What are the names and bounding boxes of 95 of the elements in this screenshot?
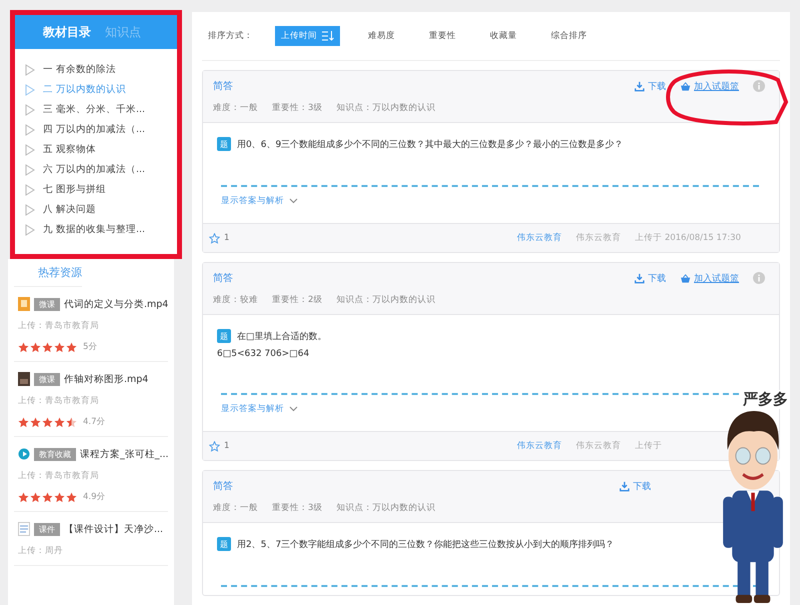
star-icon: [54, 492, 65, 502]
triangle-icon: [25, 104, 35, 116]
basket-icon: [680, 80, 691, 92]
star-icon: [18, 342, 29, 352]
knowledge-point-label: 知识点：万以内数的认识: [336, 102, 436, 114]
download-icon: [634, 80, 645, 92]
sort-option[interactable]: 收藏量: [484, 26, 523, 46]
score-label: 4.9分: [83, 491, 106, 503]
chevron-down-icon: [289, 406, 298, 412]
sort-option[interactable]: 难易度: [362, 26, 401, 46]
knowledge-point-label: 知识点：万以内数的认识: [336, 294, 436, 306]
panel-title: 热荐资源: [14, 265, 82, 287]
uploader-label: 上传：青岛市教育局: [18, 395, 100, 407]
presenter-name: 严多多: [741, 390, 790, 409]
triangle-icon: [25, 84, 35, 96]
triangle-icon: [25, 124, 35, 136]
knowledge-point-label: 知识点：万以内数的认识: [336, 502, 436, 514]
author-label: 伟东云教育: [576, 440, 621, 452]
sort-icon: [322, 31, 334, 41]
star-icon: [66, 416, 77, 428]
download-icon: [634, 272, 645, 284]
star-icon: [66, 342, 77, 352]
importance-label: 重要性：3级: [272, 502, 322, 514]
download-icon: [619, 480, 630, 492]
resource-tag: 微课: [34, 372, 60, 386]
star-icon: [54, 416, 65, 428]
question-type: 简答: [213, 80, 233, 93]
triangle-icon: [25, 64, 35, 76]
star-icon: [30, 342, 41, 352]
star-icon: [42, 342, 53, 352]
question-text: 在□里填上合适的数。: [237, 330, 327, 342]
upload-time: 上传于: [635, 440, 663, 452]
chapter-item[interactable]: 三 毫米、分米、千米...: [25, 103, 169, 116]
importance-label: 重要性：2级: [272, 294, 322, 306]
star-icon: [66, 492, 77, 502]
star-icon: [54, 342, 65, 352]
score-label: 5分: [83, 341, 98, 353]
resource-title[interactable]: 代词的定义与分类.mp4: [64, 298, 168, 310]
triangle-icon: [25, 224, 35, 236]
favorite-count: 1: [224, 441, 230, 451]
question-badge: 题: [217, 537, 231, 551]
chapter-item[interactable]: 五 观察物体: [25, 143, 169, 156]
question-text: 用2、5、7三个数字能组成多少个不同的三位数？你能把这些三位数按从小到大的顺序排列吗？: [237, 538, 614, 550]
play-icon: [18, 447, 30, 461]
resource-tag: 教育收藏: [34, 448, 76, 460]
question-badge: 题: [217, 329, 231, 343]
photo-placeholder: [18, 372, 30, 386]
score-label: 4.7分: [83, 416, 106, 428]
chapter-item[interactable]: 九 数据的收集与整理...: [25, 223, 169, 236]
star-icon: [30, 492, 41, 502]
sort-option[interactable]: 重要性: [423, 26, 462, 46]
basket-icon: [680, 272, 691, 284]
question-text: 6□5<632 706>□64: [217, 349, 310, 359]
question-type: 简答: [213, 272, 233, 285]
info-icon[interactable]: [753, 272, 765, 284]
favorite-count: 1: [224, 233, 230, 243]
author-label: 伟东云教育: [576, 232, 621, 244]
uploader-label: 上传：青岛市教育局: [18, 470, 100, 482]
star-icon: [30, 416, 41, 428]
star-icon: [18, 492, 29, 502]
star-outline-icon[interactable]: [209, 232, 220, 244]
chapter-item[interactable]: 一 有余数的除法: [25, 63, 169, 76]
star-outline-icon[interactable]: [209, 440, 220, 452]
resource-tag: 课件: [34, 522, 60, 536]
sort-label: 排序方式：: [208, 30, 253, 42]
resource-title[interactable]: 作轴对称图形.mp4: [64, 372, 148, 386]
question-badge: 题: [217, 137, 231, 151]
question-text: 用0、6、9三个数能组成多少个不同的三位数？其中最大的三位数是多少？最小的三位数是多少？: [237, 138, 624, 150]
chapter-item[interactable]: 八 解决问题: [25, 203, 169, 216]
chapter-item[interactable]: 六 万以内的加减法（...: [25, 163, 169, 176]
resource-tag: 微课: [34, 298, 60, 310]
document-icon: [18, 522, 30, 536]
chevron-down-icon: [289, 198, 298, 204]
chapter-item[interactable]: 四 万以内的加减法（...: [25, 123, 169, 136]
triangle-icon: [25, 144, 35, 156]
question-type: 简答: [213, 480, 233, 493]
difficulty-label: 难度：一般: [213, 102, 258, 114]
star-icon: [42, 492, 53, 502]
resource-title[interactable]: 课程方案_张可柱_...: [80, 448, 169, 460]
info-icon[interactable]: [753, 80, 765, 92]
uploader-label: 上传：周丹: [18, 545, 64, 557]
triangle-icon: [25, 204, 35, 216]
sort-option[interactable]: 综合排序: [545, 26, 593, 46]
uploader-label: 上传：青岛市教育局: [18, 320, 100, 332]
upload-time: 上传于 2016/08/15 17:30: [635, 232, 742, 244]
resource-title[interactable]: 【课件设计】天净沙...: [64, 522, 164, 536]
star-icon: [18, 416, 29, 428]
star-icon: [42, 416, 53, 428]
difficulty-label: 难度：一般: [213, 502, 258, 514]
video-thumbnail-icon: [18, 297, 30, 311]
difficulty-label: 难度：较难: [213, 294, 258, 306]
chapter-item[interactable]: 七 图形与拼组: [25, 183, 169, 196]
importance-label: 重要性：3级: [272, 102, 322, 114]
triangle-icon: [25, 184, 35, 196]
triangle-icon: [25, 164, 35, 176]
